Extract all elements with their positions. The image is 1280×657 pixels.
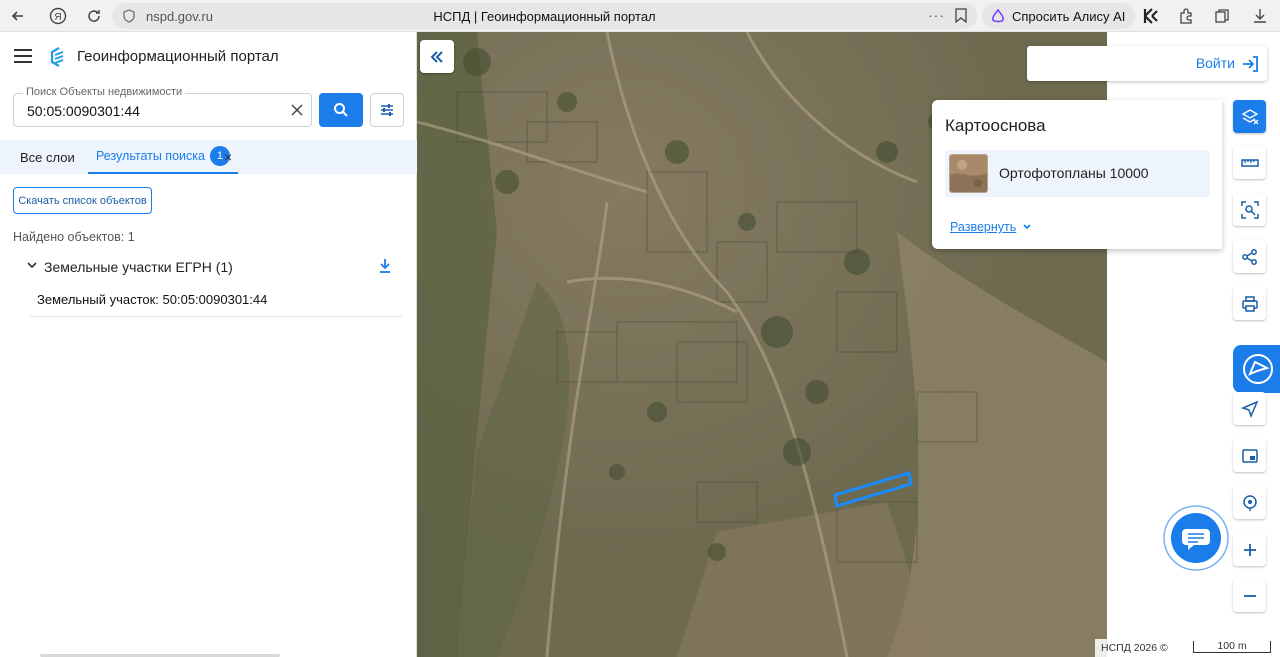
download-icon[interactable] (378, 258, 392, 274)
print-icon (1241, 295, 1258, 312)
print-tool-button[interactable] (1233, 287, 1266, 320)
filter-button[interactable] (370, 93, 404, 127)
svg-text:Я: Я (54, 12, 61, 23)
shield-icon (122, 9, 136, 23)
login-box[interactable]: Войти (1027, 46, 1267, 81)
zoom-in-button[interactable] (1233, 533, 1266, 566)
yandex-icon[interactable]: Я (40, 0, 76, 32)
zoom-in-icon (1243, 543, 1256, 556)
menu-icon[interactable] (14, 49, 32, 63)
sidebar: Геоинформационный портал Поиск Объекты н… (0, 32, 417, 657)
double-chevron-left-icon (430, 50, 443, 63)
search-button[interactable] (319, 93, 363, 127)
login-icon[interactable] (1241, 55, 1259, 76)
search-value[interactable]: 50:05:0090301:44 (27, 103, 140, 119)
location-tool-button[interactable] (1233, 392, 1266, 425)
area-select-tool-button[interactable] (1233, 193, 1266, 226)
search-icon (334, 103, 348, 117)
portal-logo-icon (50, 47, 68, 67)
ruler-tool-button[interactable] (1233, 146, 1266, 179)
geolocation-tool-button[interactable] (1233, 486, 1266, 519)
clear-icon[interactable] (289, 102, 305, 118)
zoom-out-icon (1243, 594, 1256, 597)
bookmark-icon[interactable] (955, 8, 967, 26)
share-icon (1241, 248, 1257, 265)
assistant-button[interactable] (1233, 345, 1280, 393)
search-input[interactable]: Поиск Объекты недвижимости 50:05:0090301… (13, 86, 312, 127)
chat-icon (1163, 505, 1229, 571)
portal-title: Геоинформационный портал (77, 48, 279, 65)
area-select-icon (1240, 200, 1259, 219)
basemap-item-label: Ортофотопланы 10000 (999, 165, 1149, 181)
share-tool-button[interactable] (1233, 240, 1266, 273)
basemap-item-orthophoto[interactable]: Ортофотопланы 10000 (945, 150, 1210, 197)
reload-icon[interactable] (76, 0, 112, 32)
assistant-icon (1243, 354, 1273, 384)
map[interactable]: Войти Картооснова Ортофотопланы 10000 Ра… (417, 32, 1280, 657)
download-icon[interactable] (1243, 0, 1277, 32)
chevron-down-icon[interactable] (26, 259, 38, 271)
download-list-button[interactable]: Скачать список объектов (13, 187, 152, 214)
alice-button[interactable]: Спросить Алису AI (982, 3, 1136, 29)
collections-icon[interactable] (1205, 0, 1239, 32)
orthophoto-thumbnail (949, 154, 988, 193)
chevron-down-icon (1023, 224, 1031, 230)
scale-bar: 100 m (1193, 641, 1271, 653)
page-title: НСПД | Геоинформационный портал (433, 8, 656, 24)
basemap-panel: Картооснова Ортофотопланы 10000 Разверну… (932, 100, 1222, 249)
result-group[interactable]: Земельные участки ЕГРН (1) (26, 256, 396, 278)
select-icon (1241, 108, 1258, 124)
address-bar[interactable]: nspd.gov.ru НСПД | Геоинформационный пор… (112, 3, 977, 29)
expand-link[interactable]: Развернуть (950, 220, 1032, 234)
basemap-title: Картооснова (945, 116, 1046, 135)
more-icon[interactable]: ··· (928, 7, 945, 23)
found-count: Найдено объектов: 1 (13, 230, 135, 244)
expand-label: Развернуть (950, 220, 1017, 234)
alice-icon (992, 8, 1004, 23)
close-tab-icon[interactable]: × (224, 149, 232, 165)
login-button[interactable]: Войти (1196, 55, 1235, 71)
browser-toolbar: Я nspd.gov.ru НСПД | Геоинформационный п… (0, 0, 1280, 32)
back-icon[interactable] (0, 0, 36, 32)
alice-label: Спросить Алису AI (1012, 8, 1126, 24)
extension-k-icon[interactable] (1134, 0, 1168, 32)
ruler-icon (1240, 158, 1259, 167)
filter-sliders-icon (381, 104, 393, 116)
url-text: nspd.gov.ru (146, 8, 213, 24)
tab-search-results-label: Результаты поиска (96, 149, 205, 163)
tabs: Все слои Результаты поиска 1 × (0, 140, 417, 174)
search-label: Поиск Объекты недвижимости (23, 86, 186, 98)
inset-map-icon (1241, 448, 1258, 463)
location-icon (1240, 400, 1258, 418)
zoom-out-button[interactable] (1233, 579, 1266, 612)
copyright: НСПД 2026 © (1101, 642, 1168, 654)
extensions-icon[interactable] (1169, 0, 1203, 32)
result-group-label: Земельные участки ЕГРН (1) (44, 259, 233, 275)
collapse-panel-button[interactable] (420, 40, 454, 73)
map-footer: НСПД 2026 © 100 m (1095, 639, 1280, 657)
tab-all-layers[interactable]: Все слои (20, 150, 75, 165)
result-item[interactable]: Земельный участок: 50:05:0090301:44 (30, 283, 402, 317)
result-item-label: Земельный участок: 50:05:0090301:44 (37, 292, 268, 307)
geolocation-icon (1242, 494, 1257, 511)
inset-map-tool-button[interactable] (1233, 439, 1266, 472)
tab-search-results[interactable]: Результаты поиска 1 (88, 140, 238, 174)
select-tool-button[interactable] (1233, 100, 1266, 133)
chat-button[interactable] (1161, 503, 1231, 573)
